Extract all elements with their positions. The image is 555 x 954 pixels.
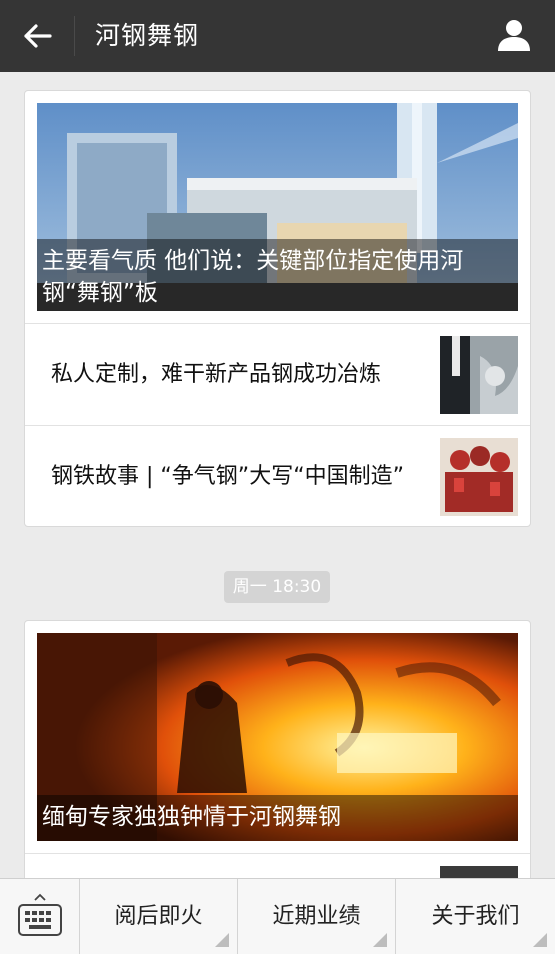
message-feed[interactable]: 主要看气质 他们说：关键部位指定使用河钢“舞钢”板 私人定制，难干新产品钢成功冶…	[0, 72, 555, 878]
news-card: 主要看气质 他们说：关键部位指定使用河钢“舞钢”板 私人定制，难干新产品钢成功冶…	[24, 90, 531, 527]
back-arrow-icon[interactable]	[18, 18, 58, 54]
list-item[interactable]	[25, 853, 530, 878]
hero-article[interactable]: 主要看气质 他们说：关键部位指定使用河钢“舞钢”板	[37, 103, 518, 311]
menu-button-yuehoujihuo[interactable]: 阅后即火	[80, 879, 238, 954]
hero-caption: 主要看气质 他们说：关键部位指定使用河钢“舞钢”板	[37, 239, 518, 311]
news-card: 缅甸专家独独钟情于河钢舞钢	[24, 620, 531, 878]
hero-article[interactable]: 缅甸专家独独钟情于河钢舞钢	[37, 633, 518, 841]
page-title: 河钢舞钢	[95, 21, 200, 50]
submenu-indicator-icon	[373, 933, 387, 947]
list-item-title: 钢铁故事 | “争气钢”大写“中国制造”	[51, 463, 404, 489]
thumbnail-image	[440, 866, 518, 878]
submenu-indicator-icon	[215, 933, 229, 947]
list-item-title: 私人定制，难干新产品钢成功冶炼	[51, 361, 382, 387]
submenu-indicator-icon	[533, 933, 547, 947]
menu-label: 近期业绩	[272, 904, 361, 929]
list-item[interactable]: 私人定制，难干新产品钢成功冶炼	[25, 323, 530, 424]
list-item[interactable]: 钢铁故事 | “争气钢”大写“中国制造”	[25, 425, 530, 526]
header-divider	[74, 16, 75, 56]
menu-label: 关于我们	[431, 904, 520, 929]
hero-caption: 缅甸专家独独钟情于河钢舞钢	[37, 795, 518, 841]
keyboard-toggle-icon[interactable]	[0, 879, 80, 954]
profile-icon[interactable]	[495, 16, 533, 54]
thumbnail-tailor-image	[440, 336, 518, 414]
menu-label: 阅后即火	[114, 904, 203, 929]
top-bar: 河钢舞钢	[0, 0, 555, 72]
bottom-menu-bar: 阅后即火 近期业绩 关于我们	[0, 878, 555, 954]
menu-button-guanyuwomen[interactable]: 关于我们	[396, 879, 555, 954]
thumbnail-poster-image	[440, 438, 518, 516]
timestamp-badge: 周一 18:30	[224, 571, 330, 603]
menu-button-jinqiyeji[interactable]: 近期业绩	[238, 879, 396, 954]
